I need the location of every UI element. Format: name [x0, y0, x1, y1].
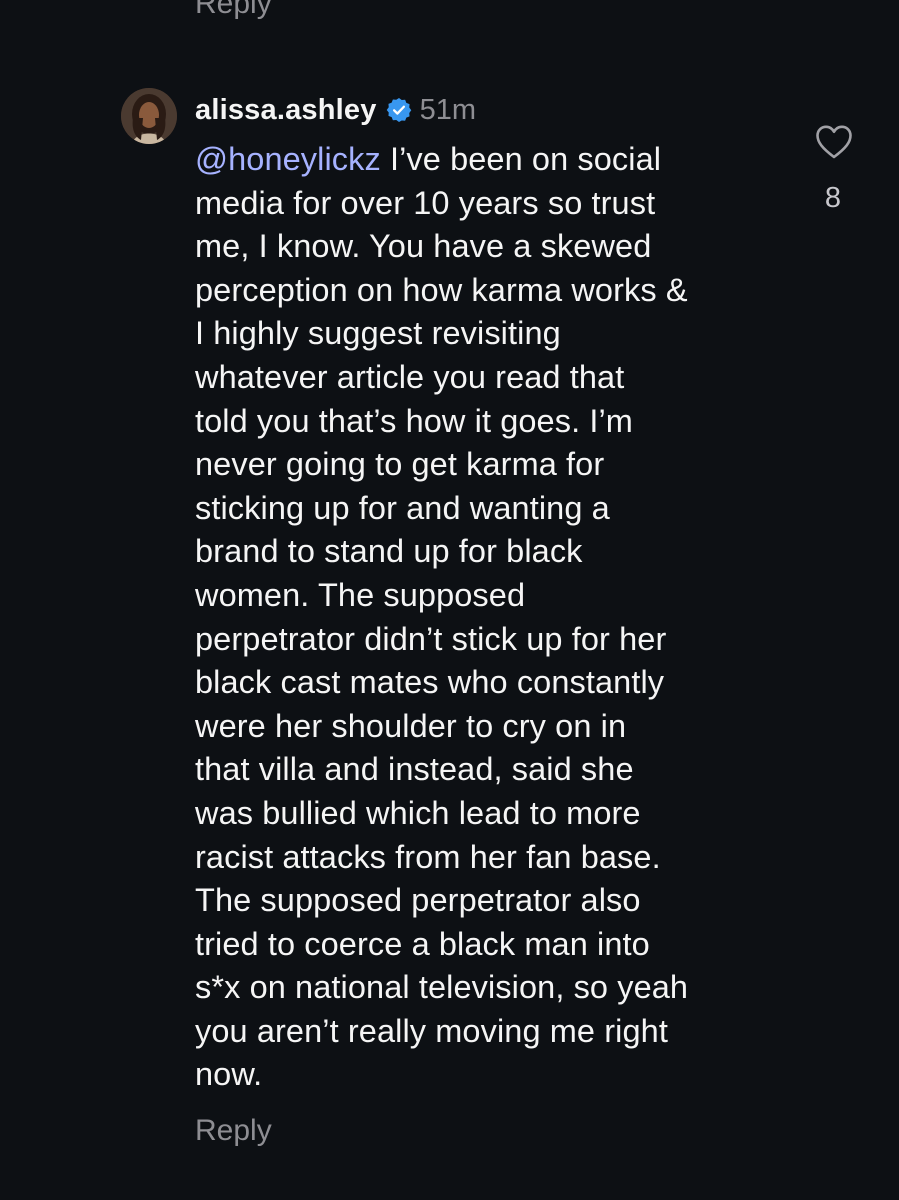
comment-line: whatever article you read that — [195, 358, 625, 395]
reply-button[interactable]: Reply — [195, 1114, 272, 1148]
comment-line: women. The supposed — [195, 576, 526, 613]
like-count: 8 — [824, 182, 842, 214]
comment-line: @honeylickz I’ve been on social — [195, 138, 795, 182]
comment-line: perception on how karma works & — [195, 271, 688, 308]
comment-line: s*x on national television, so yeah — [195, 969, 689, 1006]
mention-link[interactable]: @honeylickz — [195, 141, 381, 177]
comment-line: never going to get karma for — [195, 446, 605, 483]
comment-line: were her shoulder to cry on in — [195, 707, 627, 744]
comment-line: now. — [195, 1056, 263, 1093]
comment-line: black cast mates who constantly — [195, 664, 665, 701]
comment-header: alissa.ashley 51m — [195, 91, 476, 129]
comment-text: @honeylickz I’ve been on social media fo… — [195, 138, 795, 1097]
comment-line: was bullied which lead to more — [195, 794, 641, 831]
heart-outline-icon[interactable] — [815, 124, 853, 160]
comment-line: racist attacks from her fan base. — [195, 838, 661, 875]
comment-line: media for over 10 years so trust — [195, 184, 656, 221]
comment-line: told you that’s how it goes. I’m — [195, 402, 633, 439]
avatar[interactable] — [121, 88, 177, 144]
avatar-image — [121, 88, 177, 144]
comment-line: perpetrator didn’t stick up for her — [195, 620, 667, 657]
verified-badge-icon — [386, 97, 411, 123]
comment-line-text: I’ve been on social — [380, 141, 662, 177]
comment-line: you aren’t really moving me right — [195, 1012, 668, 1049]
username-link[interactable]: alissa.ashley — [195, 94, 377, 127]
comment-line: that villa and instead, said she — [195, 751, 634, 788]
comment-line: The supposed perpetrator also — [195, 882, 641, 919]
comment-line: sticking up for and wanting a — [195, 489, 610, 526]
comment-line: me, I know. You have a skewed — [195, 228, 652, 265]
comment-timestamp: 51m — [419, 93, 476, 126]
comment-line: I highly suggest revisiting — [195, 315, 561, 352]
previous-reply-button[interactable]: Reply — [195, 0, 272, 22]
comment-line: brand to stand up for black — [195, 533, 583, 570]
comment-line: tried to coerce a black man into — [195, 925, 650, 962]
